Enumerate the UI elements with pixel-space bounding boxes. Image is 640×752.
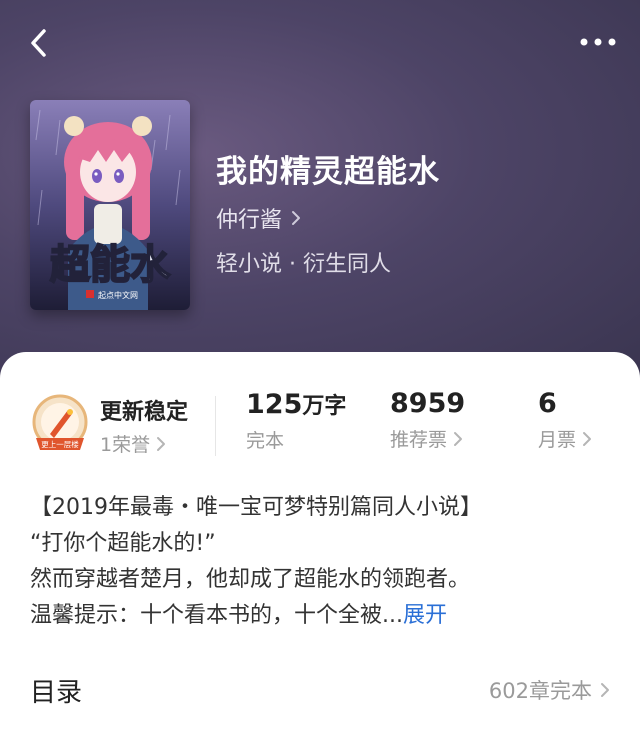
chevron-right-icon (292, 211, 301, 225)
back-button[interactable] (22, 26, 56, 60)
honor-badge[interactable]: 更上一层楼 (28, 392, 92, 456)
more-horizontal-icon (580, 38, 616, 46)
description-line: 【2019年最毒・唯一宝可梦特别篇同人小说】 (30, 495, 482, 520)
book-cover[interactable]: 超能水 起点中文网 (30, 100, 190, 310)
recommend-votes-value: 8959 (390, 388, 466, 419)
book-info-card: 更上一层楼 更新稳定 1荣誉 125万字 完本 8959 推荐票 6 月票 【2… (0, 352, 640, 752)
honor-title: 更新稳定 (100, 400, 189, 425)
stat-recommend-votes[interactable]: 8959 推荐票 (390, 388, 465, 452)
book-header: 超能水 起点中文网 我的精灵超能水 仲行酱 轻小说 · 衍生同人 (0, 0, 640, 380)
divider (215, 396, 216, 456)
stat-monthly-votes[interactable]: 6 月票 (538, 388, 592, 452)
book-title: 我的精灵超能水 (216, 154, 440, 190)
completion-status: 完本 (246, 430, 285, 452)
author-name: 仲行酱 (216, 208, 283, 233)
description-line: “打你个超能水的!” (30, 531, 216, 556)
expand-link[interactable]: 展开 (403, 603, 447, 628)
honor-count: 1荣誉 (100, 434, 151, 456)
badge-text: 更上一层楼 (41, 439, 79, 449)
table-of-contents-row[interactable]: 目录 602章完本 (30, 670, 610, 710)
honor-link[interactable]: 1荣誉 (100, 430, 166, 457)
stat-word-count: 125万字 完本 (246, 388, 346, 453)
book-description: 【2019年最毒・唯一宝可梦特别篇同人小说】 “打你个超能水的!” 然而穿越者楚… (30, 490, 620, 634)
rocket-medal-icon: 更上一层楼 (32, 394, 88, 450)
chevron-left-icon (31, 29, 46, 57)
description-line: 温馨提示：十个看本书的，十个全被... (30, 603, 403, 628)
chevron-right-icon (601, 683, 609, 697)
word-count-unit: 万字 (302, 394, 347, 419)
chevron-right-icon (583, 431, 592, 446)
chapter-summary: 602章完本 (488, 679, 592, 703)
author-link[interactable]: 仲行酱 (216, 202, 302, 234)
chevron-right-icon (157, 436, 166, 451)
recommend-votes-label: 推荐票 (390, 429, 448, 451)
book-genre: 轻小说 · 衍生同人 (216, 252, 391, 277)
cover-title: 超能水 (50, 242, 171, 288)
description-line: 然而穿越者楚月，他却成了超能水的领跑者。 (30, 567, 471, 592)
word-count-value: 125 (246, 389, 303, 420)
cover-publisher: 起点中文网 (98, 290, 138, 300)
monthly-votes-label: 月票 (538, 429, 577, 451)
chevron-right-icon (454, 431, 463, 446)
monthly-votes-value: 6 (538, 388, 557, 419)
more-button[interactable] (578, 30, 618, 54)
toc-title: 目录 (30, 677, 83, 708)
